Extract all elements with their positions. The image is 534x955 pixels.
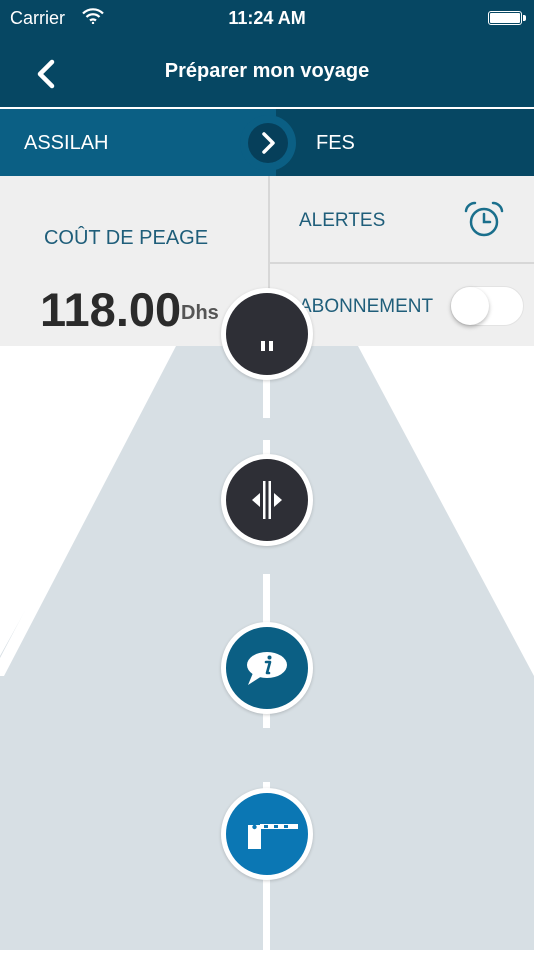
interchange-marker[interactable]: [221, 454, 313, 546]
alerts-label: ALERTES: [299, 210, 386, 231]
alarm-clock-icon[interactable]: [462, 200, 506, 245]
toll-cost-label: COÛT DE PEAGE: [43, 227, 209, 249]
info-marker[interactable]: [221, 622, 313, 714]
route-to-label[interactable]: FES: [316, 132, 355, 155]
subscription-label: ABONNEMENT: [299, 296, 434, 317]
route-from-label: ASSILAH: [24, 132, 109, 154]
subscription-toggle[interactable]: [450, 286, 524, 326]
chevron-right-icon: [248, 132, 288, 167]
route-from[interactable]: ASSILAH: [0, 109, 276, 176]
road-marker-top[interactable]: [221, 288, 313, 380]
page-title: Préparer mon voyage: [164, 60, 370, 82]
toll-cost-value: 118.00: [40, 283, 182, 336]
nav-bar: Préparer mon voyage: [0, 38, 534, 107]
road-illustration: [0, 288, 534, 950]
battery-icon: [488, 11, 526, 25]
status-bar: Carrier 11:24 AM: [0, 0, 534, 38]
status-time: 11:24 AM: [228, 8, 306, 28]
toll-cost-unit: Dhs: [181, 302, 219, 324]
toggle-knob: [451, 287, 489, 325]
alerts-row[interactable]: ALERTES: [270, 176, 534, 262]
toll-barrier-marker[interactable]: [221, 788, 313, 880]
route-swap-button[interactable]: [248, 123, 288, 163]
